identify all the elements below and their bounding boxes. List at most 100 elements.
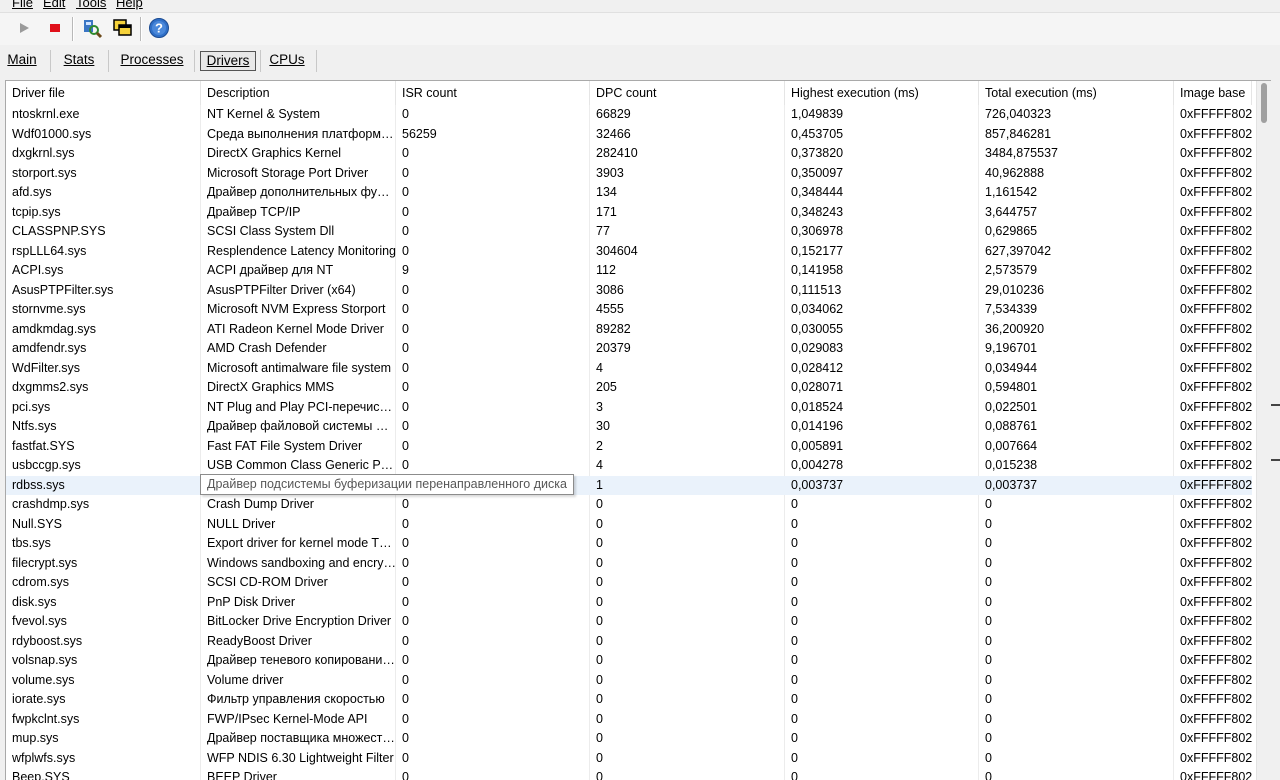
cell-dpc-count: 0 — [596, 653, 603, 667]
cell-total-execution: 29,010236 — [985, 282, 1045, 297]
cell-highest-execution: 0,152177 — [791, 243, 844, 258]
cell-isr-count: 0 — [402, 107, 409, 121]
table-row[interactable]: disk.sys PnP Disk Driver 0 0 0 0 0xFFFFF802 — [6, 593, 1252, 613]
table-row[interactable]: crashdmp.sys Crash Dump Driver 0 0 0 0 0xFFFFF… — [6, 495, 1252, 515]
cell-total-execution: 3,644757 — [985, 204, 1038, 219]
table-row[interactable]: pci.sys NT Plug and Play PCI-перечислител… — [6, 398, 1252, 418]
tab-stats-label: Stats — [63, 52, 95, 67]
column-header-dpc-count[interactable]: DPC count — [590, 81, 785, 105]
table-row[interactable]: fvevol.sys BitLocker Drive Encryption Dri… — [6, 612, 1252, 632]
windows-button[interactable] — [111, 16, 135, 40]
cell-driver-file: rdbss.sys — [12, 477, 65, 492]
cell-total-execution: 7,534339 — [985, 302, 1038, 316]
table-row[interactable]: amdfendr.sys AMD Crash Defender 0 20379 0,02… — [6, 339, 1252, 359]
table-row[interactable]: iorate.sys Фильтр управления скоростью 0 0 0… — [6, 690, 1252, 710]
menu-help[interactable]: Help — [116, 0, 143, 11]
windows-icon — [113, 19, 132, 36]
cell-dpc-count: 205 — [596, 380, 617, 394]
search-driver-button[interactable] — [80, 16, 104, 40]
table-row[interactable]: Null.SYS NULL Driver 0 0 0 0 0xFFFFF802 — [6, 515, 1252, 535]
cell-description: AMD Crash Defender — [207, 341, 327, 355]
tab-drivers[interactable]: Drivers — [200, 51, 256, 71]
start-button[interactable] — [12, 16, 36, 40]
cell-dpc-count: 0 — [596, 516, 603, 531]
cell-driver-file: fwpkclnt.sys — [12, 711, 80, 726]
column-header-driver-file[interactable]: Driver file — [6, 81, 201, 105]
table-row[interactable]: dxgmms2.sys DirectX Graphics MMS 0 205 0,028… — [6, 378, 1252, 398]
cell-highest-execution: 0,029083 — [791, 341, 844, 355]
cell-image-base: 0xFFFFF802 — [1180, 126, 1252, 141]
scrollbar-thumb[interactable] — [1261, 83, 1267, 123]
table-row[interactable]: cdrom.sys SCSI CD-ROM Driver 0 0 0 0 0xFFFFF80… — [6, 573, 1252, 593]
table-row[interactable]: fastfat.SYS Fast FAT File System Driver 0 2… — [6, 437, 1252, 457]
table-row[interactable]: Beep.SYS BEEP Driver 0 0 0 0 0xFFFFF802 — [6, 768, 1252, 780]
cell-highest-execution: 0,003737 — [791, 477, 844, 492]
cell-dpc-count: 0 — [596, 633, 603, 648]
table-row[interactable]: dxgkrnl.sys DirectX Graphics Kernel 0 28241… — [6, 144, 1252, 164]
cell-description: Microsoft antimalware file system — [207, 360, 392, 375]
table-row[interactable]: Wdf01000.sys Среда выполнения платформы д… — [6, 125, 1252, 145]
table-row[interactable]: ACPI.sys ACPI драйвер для NT 9 112 0,141958 2… — [6, 261, 1252, 281]
cell-description: Фильтр управления скоростью — [207, 692, 385, 706]
cell-total-execution: 0 — [985, 575, 992, 589]
cell-highest-execution: 0 — [791, 672, 798, 687]
table-row[interactable]: filecrypt.sys Windows sandboxing and encr… — [6, 554, 1252, 574]
cell-driver-file: Null.SYS — [12, 516, 63, 531]
tab-processes[interactable]: Processes — [116, 50, 188, 70]
menu-file[interactable]: File — [12, 0, 33, 11]
table-row[interactable]: tbs.sys Export driver for kernel mode TPM… — [6, 534, 1252, 554]
vertical-scrollbar[interactable] — [1256, 81, 1271, 780]
cell-driver-file: dxgkrnl.sys — [12, 146, 75, 160]
table-row[interactable]: mup.sys Драйвер поставщика множественных 0… — [6, 729, 1252, 749]
cell-highest-execution: 0,141958 — [791, 263, 844, 277]
cell-highest-execution: 0 — [791, 614, 798, 628]
table-row[interactable]: volume.sys Volume driver 0 0 0 0 0xFFFFF802 — [6, 671, 1252, 691]
tab-cpus[interactable]: CPUs — [266, 50, 308, 70]
cell-description: ReadyBoost Driver — [207, 633, 312, 648]
cell-highest-execution: 0 — [791, 770, 798, 780]
drivers-list[interactable]: Driver file Description ISR count DPC co… — [5, 80, 1272, 780]
table-row[interactable]: ntoskrnl.exe NT Kernel & System 0 66829 1,04… — [6, 105, 1252, 125]
cell-total-execution: 0,594801 — [985, 380, 1038, 394]
cell-dpc-count: 0 — [596, 750, 603, 765]
table-row[interactable]: volsnap.sys Драйвер теневого копирования … — [6, 651, 1252, 671]
table-row[interactable]: rdbss.sys Драйвер подсистемы буферизации … — [6, 475, 1252, 495]
table-row[interactable]: Ntfs.sys Драйвер файловой системы NTFS 0 30… — [6, 417, 1252, 437]
cell-isr-count: 0 — [402, 360, 409, 375]
help-button[interactable]: ? — [147, 16, 171, 40]
table-row[interactable]: tcpip.sys Драйвер TCP/IP 0 171 0,348243 3,644… — [6, 203, 1252, 223]
menu-tools[interactable]: Tools — [76, 0, 106, 11]
column-header-total-execution[interactable]: Total execution (ms) — [979, 81, 1174, 105]
table-row[interactable]: rdyboost.sys ReadyBoost Driver 0 0 0 0 0xFFFFF… — [6, 632, 1252, 652]
cell-driver-file: iorate.sys — [12, 692, 66, 706]
table-row[interactable]: AsusPTPFilter.sys AsusPTPFilter Driver (x… — [6, 281, 1252, 301]
cell-total-execution: 0 — [985, 633, 992, 648]
cell-description: NT Kernel & System — [207, 107, 321, 121]
table-row[interactable]: amdkmdag.sys ATI Radeon Kernel Mode Drive… — [6, 320, 1252, 340]
tab-stats[interactable]: Stats — [58, 50, 100, 70]
table-row[interactable]: rspLLL64.sys Resplendence Latency Monitor… — [6, 242, 1252, 262]
tab-processes-label: Processes — [120, 52, 184, 67]
table-row[interactable]: fwpkclnt.sys FWP/IPsec Kernel-Mode API 0 0 0… — [6, 710, 1252, 730]
cell-isr-count: 0 — [402, 419, 409, 433]
column-header-isr-count[interactable]: ISR count — [396, 81, 590, 105]
table-row[interactable]: WdFilter.sys Microsoft antimalware file s… — [6, 359, 1252, 379]
table-row[interactable]: storport.sys Microsoft Storage Port Drive… — [6, 164, 1252, 184]
cell-isr-count: 0 — [402, 672, 409, 687]
cell-highest-execution: 0 — [791, 594, 798, 609]
column-header-description[interactable]: Description — [201, 81, 396, 105]
column-header-highest-execution[interactable]: Highest execution (ms) — [785, 81, 979, 105]
cell-isr-count: 0 — [402, 302, 409, 316]
menu-edit[interactable]: Edit — [43, 0, 65, 11]
tab-main[interactable]: Main — [4, 50, 40, 70]
table-row[interactable]: usbccgp.sys USB Common Class Generic Pare… — [6, 456, 1252, 476]
table-row[interactable]: CLASSPNP.SYS SCSI Class System Dll 0 77 0,30… — [6, 222, 1252, 242]
table-row[interactable]: wfplwfs.sys WFP NDIS 6.30 Lightweight Fil… — [6, 749, 1252, 769]
table-row[interactable]: stornvme.sys Microsoft NVM Express Storpo… — [6, 300, 1252, 320]
cell-description: Драйвер TCP/IP — [207, 204, 301, 219]
stop-button[interactable] — [43, 16, 67, 40]
table-row[interactable]: afd.sys Драйвер дополнительных функций 0 13… — [6, 183, 1252, 203]
cell-highest-execution: 0 — [791, 692, 798, 706]
tab-separator — [50, 50, 51, 72]
column-header-image-base[interactable]: Image base — [1174, 81, 1252, 105]
